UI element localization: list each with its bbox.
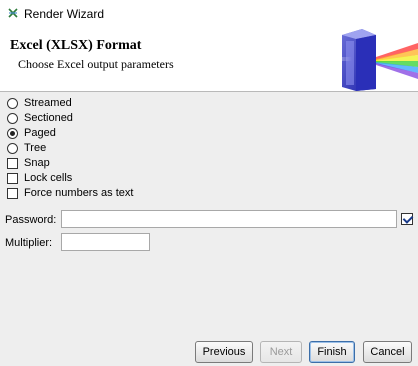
radio-sectioned[interactable]: Sectioned <box>7 111 73 125</box>
cancel-button[interactable]: Cancel <box>363 341 412 363</box>
prism-graphic-icon <box>332 29 418 91</box>
page-title: Excel (XLSX) Format <box>10 38 142 53</box>
finish-button[interactable]: Finish <box>309 341 355 363</box>
radio-label: Sectioned <box>24 112 73 124</box>
checkbox-label: Lock cells <box>24 172 73 184</box>
radio-label: Tree <box>24 142 47 154</box>
checkbox-force-numbers-as-text[interactable]: Force numbers as text <box>7 186 133 200</box>
window-title: Render Wizard <box>24 7 105 21</box>
radio-label: Paged <box>24 127 56 139</box>
password-enable-checkbox[interactable] <box>401 213 413 225</box>
options-panel <box>0 92 418 366</box>
render-wizard-icon <box>8 8 18 18</box>
page-subtitle: Choose Excel output parameters <box>18 57 174 71</box>
next-button[interactable]: Next <box>260 341 302 363</box>
password-label: Password: <box>5 214 57 226</box>
checkbox[interactable] <box>7 157 18 169</box>
checkbox-snap[interactable]: Snap <box>7 156 50 170</box>
previous-button[interactable]: Previous <box>195 341 253 363</box>
radio-paged[interactable]: Paged <box>7 126 56 140</box>
checkbox-label: Snap <box>24 157 50 169</box>
checkbox-label: Force numbers as text <box>24 187 134 199</box>
radio-button[interactable] <box>7 142 18 154</box>
radio-tree[interactable]: Tree <box>7 141 46 155</box>
multiplier-field[interactable] <box>61 233 150 251</box>
wizard-header: Excel (XLSX) Format Choose Excel output … <box>0 27 418 92</box>
radio-streamed[interactable]: Streamed <box>7 96 72 110</box>
multiplier-label: Multiplier: <box>5 237 53 249</box>
radio-button[interactable] <box>7 112 18 124</box>
radio-button[interactable] <box>7 97 18 109</box>
title-bar: Render Wizard <box>0 0 418 27</box>
radio-label: Streamed <box>24 97 72 109</box>
password-field[interactable] <box>61 210 397 228</box>
checkbox[interactable] <box>7 172 18 184</box>
radio-button-selected[interactable] <box>7 127 18 139</box>
checkbox[interactable] <box>7 187 18 199</box>
checkbox-lock-cells[interactable]: Lock cells <box>7 171 72 185</box>
